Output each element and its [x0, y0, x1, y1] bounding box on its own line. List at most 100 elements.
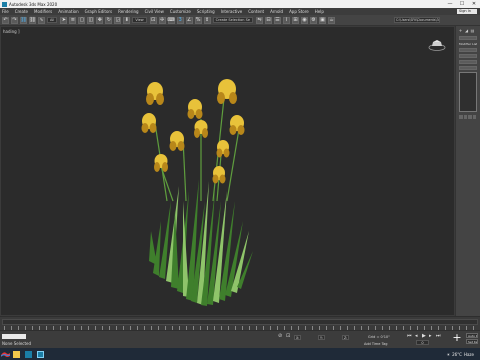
maximize-button[interactable]: ☐: [456, 0, 468, 8]
space-warp-icon: ∿: [39, 16, 44, 23]
render-frame-button[interactable]: ▣: [319, 16, 327, 24]
start-button[interactable]: [0, 348, 10, 360]
go-to-end-icon[interactable]: ⏭: [436, 333, 441, 339]
undo-button[interactable]: ↶: [2, 16, 9, 24]
cursor-icon: ➤: [61, 16, 66, 23]
perspective-viewport[interactable]: hading ]: [0, 26, 455, 316]
keyboard-shortcut-override-button[interactable]: ⌨: [168, 16, 175, 24]
snaps-toggle-button[interactable]: 3: [176, 16, 184, 24]
iris-flower: [169, 131, 185, 151]
add-icon[interactable]: +: [452, 332, 462, 343]
material-editor-button[interactable]: ◉: [301, 16, 309, 24]
y-coordinate-field[interactable]: Y:: [318, 335, 325, 340]
menu-rendering[interactable]: Rendering: [118, 9, 138, 14]
iris-plant-model[interactable]: [131, 51, 271, 311]
z-coordinate-field[interactable]: Z:: [342, 335, 350, 340]
add-time-tag-button[interactable]: Add Time Tag: [364, 342, 388, 346]
selection-filter-dropdown[interactable]: All: [47, 17, 58, 23]
select-manipulate-button[interactable]: ✢: [158, 16, 166, 24]
schematic-view-button[interactable]: ⊞: [292, 16, 300, 24]
select-place-button[interactable]: ⬇: [123, 16, 131, 24]
object-name-field[interactable]: [459, 36, 477, 40]
x-coordinate-field[interactable]: X:: [294, 335, 302, 340]
sign-in[interactable]: Sign In: [457, 9, 477, 14]
taskbar-app-explorer[interactable]: [10, 348, 22, 360]
select-rotate-button[interactable]: ↻: [105, 16, 113, 24]
viewport-label[interactable]: hading ]: [3, 29, 20, 34]
link-button[interactable]: ⛓: [20, 16, 27, 24]
maxscript-listener[interactable]: [2, 334, 26, 339]
lock-selection-icon[interactable]: ⊘: [278, 334, 282, 339]
taskbar-app-3dsmax[interactable]: [22, 348, 34, 360]
select-object-button[interactable]: ➤: [60, 16, 68, 24]
remove-modifier-icon[interactable]: [472, 115, 476, 119]
align-button[interactable]: ⊟: [265, 16, 273, 24]
hierarchy-tab[interactable]: ▤: [470, 28, 475, 33]
modifier-list-dropdown[interactable]: Modifier List: [459, 42, 477, 46]
modifier-field-1[interactable]: [459, 48, 477, 52]
menu-app-store[interactable]: App Store: [289, 9, 309, 14]
auto-key-button[interactable]: Auto Key: [466, 333, 478, 338]
play-icon[interactable]: ▶: [422, 333, 426, 339]
named-selection-sets-dropdown[interactable]: Create Selection Se: [212, 17, 254, 23]
menu-file[interactable]: File: [2, 9, 9, 14]
pin-stack-icon[interactable]: [459, 115, 463, 119]
render-production-button[interactable]: ☕: [328, 16, 336, 24]
show-end-result-icon[interactable]: [463, 115, 467, 119]
percent-snap-button[interactable]: %: [194, 16, 202, 24]
menu-create[interactable]: Create: [15, 9, 28, 14]
menu-help[interactable]: Help: [315, 9, 324, 14]
menu-content[interactable]: Content: [248, 9, 264, 14]
select-by-name-button[interactable]: ≡: [69, 16, 77, 24]
modify-tab[interactable]: ◢: [464, 28, 469, 33]
redo-icon: ↷: [12, 16, 17, 23]
minimize-button[interactable]: —: [444, 0, 456, 8]
weather-icon[interactable]: ☀: [446, 352, 450, 357]
go-to-start-icon[interactable]: ⏮: [407, 333, 412, 339]
modifier-stack[interactable]: [459, 72, 477, 112]
window-title: Autodesk 3ds Max 2020: [9, 1, 58, 7]
redo-button[interactable]: ↷: [11, 16, 18, 24]
time-slider[interactable]: [2, 319, 478, 325]
bind-space-warp-button[interactable]: ∿: [38, 16, 45, 24]
create-tab[interactable]: +: [458, 28, 463, 33]
menu-graph-editors[interactable]: Graph Editors: [85, 9, 112, 14]
make-unique-icon[interactable]: [468, 115, 472, 119]
modifier-field-4[interactable]: [459, 66, 477, 70]
menu-arnold[interactable]: Arnold: [270, 9, 283, 14]
mirror-button[interactable]: ⇋: [256, 16, 264, 24]
snap-icon: 3: [178, 16, 182, 23]
next-frame-icon[interactable]: ▸: [429, 333, 432, 339]
menu-civil-view[interactable]: Civil View: [145, 9, 164, 14]
render-setup-button[interactable]: ⚙: [310, 16, 318, 24]
window-crossing-button[interactable]: ◫: [87, 16, 95, 24]
previous-frame-icon[interactable]: ◂: [415, 333, 418, 339]
menu-animation[interactable]: Animation: [58, 9, 78, 14]
select-scale-button[interactable]: ◲: [114, 16, 122, 24]
spinner-snap-button[interactable]: ⇕: [203, 16, 211, 24]
current-frame-field[interactable]: 0: [416, 340, 429, 345]
menu-modifiers[interactable]: Modifiers: [34, 9, 52, 14]
menu-scripting[interactable]: Scripting: [197, 9, 215, 14]
pivot-point-button[interactable]: ⊡: [149, 16, 157, 24]
set-key-button[interactable]: Set Key: [466, 339, 478, 344]
close-button[interactable]: ✕: [468, 0, 480, 8]
absolute-mode-icon[interactable]: ⊡: [286, 334, 290, 339]
iris-flower: [146, 82, 164, 105]
sign-in-button[interactable]: Sign In: [457, 9, 477, 14]
modifier-field-2[interactable]: [459, 54, 477, 58]
layer-explorer-button[interactable]: ☰: [274, 16, 282, 24]
taskbar-app-3dsmax-2[interactable]: [34, 348, 46, 360]
angle-snap-button[interactable]: ∠: [185, 16, 193, 24]
viewcube-icon[interactable]: [428, 39, 446, 51]
app-logo-icon: [2, 1, 7, 7]
menu-customize[interactable]: Customize: [170, 9, 191, 14]
menu-interactive[interactable]: Interactive: [221, 9, 243, 14]
project-path-field[interactable]: C:\Users\SFK\Documents\3ds Max 2020: [394, 17, 440, 23]
reference-coordinate-dropdown[interactable]: View: [132, 17, 147, 23]
unlink-button[interactable]: ⛓: [29, 16, 36, 24]
modifier-field-3[interactable]: [459, 60, 477, 64]
select-move-button[interactable]: ✥: [96, 16, 104, 24]
rectangular-selection-button[interactable]: ▢: [78, 16, 86, 24]
curve-editor-button[interactable]: ⌇: [283, 16, 291, 24]
